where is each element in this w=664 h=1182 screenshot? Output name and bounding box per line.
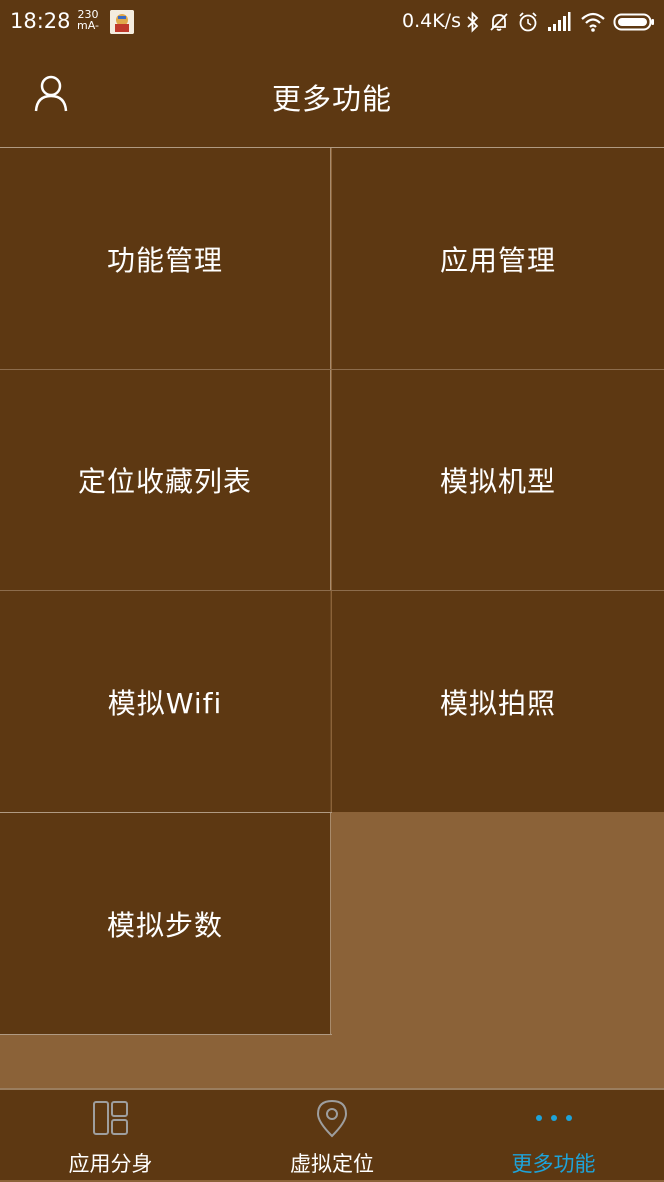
mute-bell-icon [488,11,510,37]
status-bar: 18:28 230 mA- 0.4K/s [0,0,664,46]
nav-tab-app-clone[interactable]: 应用分身 [0,1090,221,1182]
bottom-navigation: 应用分身 虚拟定位 更多功能 [0,1088,664,1180]
grid-item-label: 模拟拍照 [439,686,556,720]
network-speed: 0.4K/s [402,10,461,32]
simulate-photo-button[interactable]: 模拟拍照 [332,591,664,812]
nav-tab-label: 更多功能 [511,1152,596,1176]
grid-item-label: 模拟步数 [106,908,223,942]
location-favorites-button[interactable]: 定位收藏列表 [0,370,331,590]
battery-icon [613,11,655,37]
status-time: 18:28 [10,9,71,33]
function-grid: 功能管理 应用管理 定位收藏列表 模拟机型 模拟Wifi 模拟拍照 模拟步数 [0,147,664,1035]
nav-tab-label: 虚拟定位 [290,1152,374,1176]
current-indicator: 230 mA- [77,9,99,31]
current-unit: mA- [77,19,99,32]
grid-divider [0,1034,332,1035]
feature-management-button[interactable]: 功能管理 [0,148,331,369]
grid-item-label: 应用管理 [439,243,556,277]
nav-tab-more-functions[interactable]: 更多功能 [443,1090,664,1182]
grid-item-label: 模拟机型 [439,465,556,498]
nav-tab-label: 应用分身 [68,1152,153,1176]
wifi-icon [580,11,606,37]
app-bar: 更多功能 [0,46,664,147]
notification-app-icon [110,10,134,34]
signal-icon [547,11,571,37]
nav-tab-virtual-location[interactable]: 虚拟定位 [221,1090,443,1182]
more-dots-icon [443,1098,664,1138]
grid-item-label: 定位收藏列表 [77,465,252,498]
layout-icon [0,1098,221,1138]
page-title: 更多功能 [271,82,392,116]
grid-item-label: 功能管理 [106,243,223,277]
grid-item-label: 模拟Wifi [107,686,223,720]
location-pin-icon [221,1098,443,1138]
app-management-button[interactable]: 应用管理 [332,148,664,369]
simulate-steps-button[interactable]: 模拟步数 [0,813,331,1034]
simulate-device-model-button[interactable]: 模拟机型 [332,370,664,590]
simulate-wifi-button[interactable]: 模拟Wifi [0,591,331,812]
bluetooth-icon [466,11,480,37]
alarm-icon [517,11,539,37]
